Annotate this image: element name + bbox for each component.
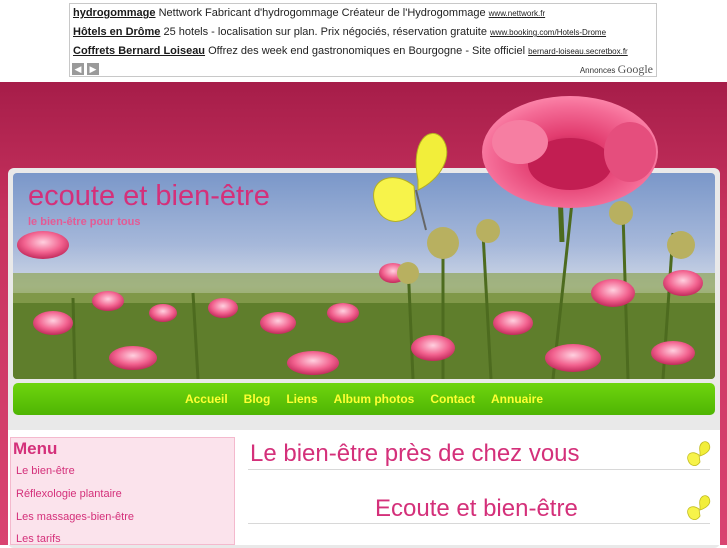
nav-item-annuaire[interactable]: Annuaire xyxy=(483,392,551,406)
sidebar-item-tarifs[interactable]: Les tarifs xyxy=(16,533,61,545)
site-subtitle: le bien-être pour tous xyxy=(28,216,141,228)
ad-text: Offrez des week end gastronomiques en Bo… xyxy=(208,45,526,57)
ad-box: hydrogommage Nettwork Fabricant d'hydrog… xyxy=(69,3,657,77)
google-logo: Google xyxy=(617,62,653,76)
ad-title[interactable]: hydrogommage xyxy=(73,7,156,19)
section-heading: Ecoute et bien-être xyxy=(375,495,578,522)
ad-brand-prefix: Annonces xyxy=(579,66,616,75)
butterfly-image xyxy=(373,133,448,231)
ad-text: Nettwork Fabricant d'hydrogommage Créate… xyxy=(158,7,486,19)
ad-url[interactable]: www.nettwork.fr xyxy=(489,9,545,18)
main-nav: Accueil Blog Liens Album photos Contact … xyxy=(13,383,715,415)
ad-row[interactable]: hydrogommage Nettwork Fabricant d'hydrog… xyxy=(73,7,545,19)
sidebar-item-reflexologie[interactable]: Réflexologie plantaire xyxy=(16,488,122,500)
ad-url[interactable]: www.booking.com/Hotels-Drome xyxy=(490,28,606,37)
ad-text: 25 hotels - localisation sur plan. Prix … xyxy=(163,26,487,38)
chevron-right-icon[interactable]: ▶ xyxy=(87,63,99,75)
nav-item-liens[interactable]: Liens xyxy=(278,392,325,406)
ad-url[interactable]: bernard-loiseau.secretbox.fr xyxy=(528,47,628,56)
section-divider xyxy=(248,523,710,524)
menu-title: Menu xyxy=(13,439,58,458)
nav-item-blog[interactable]: Blog xyxy=(236,392,279,406)
ad-row[interactable]: Hôtels en Drôme 25 hotels - localisation… xyxy=(73,26,606,38)
ad-branding[interactable]: Annonces Google xyxy=(580,62,653,77)
ad-row[interactable]: Coffrets Bernard Loiseau Offrez des week… xyxy=(73,45,628,57)
nav-item-contact[interactable]: Contact xyxy=(422,392,483,406)
ad-title[interactable]: Coffrets Bernard Loiseau xyxy=(73,45,205,57)
site-title[interactable]: ecoute et bien-être xyxy=(28,180,270,213)
butterfly-icon xyxy=(687,441,711,466)
heading-divider xyxy=(248,469,710,470)
butterfly-icon xyxy=(687,495,711,520)
ad-pager: ◀ ▶ xyxy=(72,63,99,75)
sidebar-item-massages[interactable]: Les massages-bien-être xyxy=(16,511,134,523)
sidebar-menu: Menu Le bien-être Réflexologie plantaire… xyxy=(10,437,235,545)
nav-item-album-photos[interactable]: Album photos xyxy=(326,392,423,406)
ranunculus-flower-image xyxy=(482,96,658,242)
chevron-left-icon[interactable]: ◀ xyxy=(72,63,84,75)
nav-item-accueil[interactable]: Accueil xyxy=(177,392,236,406)
sidebar-item-le-bien-etre[interactable]: Le bien-être xyxy=(16,465,75,477)
ad-title[interactable]: Hôtels en Drôme xyxy=(73,26,160,38)
page-heading: Le bien-être près de chez vous xyxy=(250,440,580,467)
